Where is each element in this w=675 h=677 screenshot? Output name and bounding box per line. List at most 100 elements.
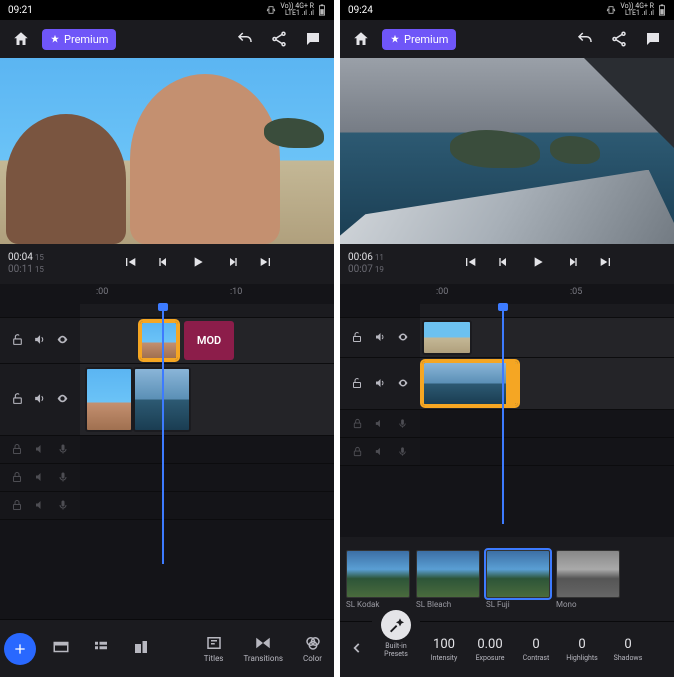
play-button[interactable] xyxy=(530,254,546,274)
highlights-slider[interactable]: 0 Highlights xyxy=(560,635,604,664)
play-button[interactable] xyxy=(190,254,206,274)
mute-toggle[interactable] xyxy=(34,440,46,459)
share-icon xyxy=(270,30,288,48)
layout-button[interactable] xyxy=(126,632,156,666)
video-clip[interactable] xyxy=(422,320,472,355)
timeline-ruler[interactable]: :00 :05 xyxy=(340,284,674,304)
add-media-button[interactable] xyxy=(4,633,36,665)
builtin-presets-button[interactable]: Built-in Presets xyxy=(372,608,420,677)
mute-toggle[interactable] xyxy=(374,374,386,393)
track-lane[interactable] xyxy=(420,438,674,465)
track-lane[interactable] xyxy=(420,358,674,409)
preset-item[interactable]: SL Kodak xyxy=(346,550,410,609)
visibility-toggle[interactable] xyxy=(56,390,69,409)
premium-badge[interactable]: Premium xyxy=(42,29,116,50)
volume-icon xyxy=(33,333,46,346)
tab-color[interactable]: Color xyxy=(295,630,330,667)
track-lane[interactable] xyxy=(80,492,334,519)
preset-item[interactable]: SL Fuji xyxy=(486,550,550,609)
ruler-tick: :10 xyxy=(230,287,242,297)
video-preview[interactable] xyxy=(0,58,334,244)
mute-toggle[interactable] xyxy=(374,328,386,347)
premium-badge[interactable]: Premium xyxy=(382,29,456,50)
step-back-button[interactable] xyxy=(496,254,512,274)
shadows-slider[interactable]: 0 Shadows xyxy=(606,635,650,664)
track-controls xyxy=(0,364,80,435)
unlock-icon xyxy=(351,331,363,343)
lock-toggle[interactable] xyxy=(352,414,363,433)
contrast-slider[interactable]: 0 Contrast xyxy=(514,635,558,664)
mic-toggle[interactable] xyxy=(397,414,408,433)
visibility-toggle[interactable] xyxy=(397,374,409,393)
tab-transitions[interactable]: Transitions xyxy=(235,630,291,667)
track-lane[interactable] xyxy=(80,436,334,463)
goto-end-button[interactable] xyxy=(258,254,274,274)
lock-toggle[interactable] xyxy=(11,440,23,459)
timeline-button[interactable] xyxy=(86,632,116,666)
mic-toggle[interactable] xyxy=(397,442,408,461)
mic-toggle[interactable] xyxy=(57,440,69,459)
volume-icon xyxy=(374,377,386,389)
video-clip[interactable] xyxy=(140,321,178,360)
preset-item[interactable]: SL Bleach xyxy=(416,550,480,609)
volume-icon xyxy=(34,499,46,511)
lock-toggle[interactable] xyxy=(352,442,363,461)
mute-toggle[interactable] xyxy=(34,496,46,515)
goto-start-button[interactable] xyxy=(462,254,478,274)
video-preview[interactable] xyxy=(340,58,674,244)
lock-toggle[interactable] xyxy=(11,331,24,350)
project-button[interactable] xyxy=(46,632,76,666)
exposure-slider[interactable]: 0.00 Exposure xyxy=(468,635,512,664)
visibility-toggle[interactable] xyxy=(56,331,69,350)
lock-toggle[interactable] xyxy=(11,496,23,515)
track-lane[interactable] xyxy=(80,464,334,491)
mute-toggle[interactable] xyxy=(33,331,46,350)
home-button[interactable] xyxy=(348,26,374,52)
preset-thumb xyxy=(486,550,550,598)
visibility-toggle[interactable] xyxy=(397,328,409,347)
track-lane[interactable] xyxy=(420,318,674,357)
preset-item[interactable]: Mono xyxy=(556,550,620,609)
share-icon xyxy=(610,30,628,48)
lock-toggle[interactable] xyxy=(11,390,24,409)
video-clip[interactable] xyxy=(85,367,133,432)
list-icon xyxy=(92,638,110,656)
playhead[interactable] xyxy=(162,304,164,564)
goto-start-button[interactable] xyxy=(122,254,138,274)
step-forward-button[interactable] xyxy=(564,254,580,274)
mute-toggle[interactable] xyxy=(374,414,385,433)
audio-track-2 xyxy=(340,438,674,466)
title-clip[interactable]: MOD xyxy=(184,321,234,360)
share-button[interactable] xyxy=(266,26,292,52)
intensity-slider[interactable]: 100 Intensity xyxy=(422,635,466,664)
undo-button[interactable] xyxy=(232,26,258,52)
track-lane[interactable] xyxy=(420,410,674,437)
lock-toggle[interactable] xyxy=(351,374,363,393)
transport-bar: 00:0611 00:0719 xyxy=(340,244,674,284)
feedback-button[interactable] xyxy=(300,26,326,52)
playhead[interactable] xyxy=(502,304,504,524)
ruler-tick: :05 xyxy=(570,287,582,297)
timeline-ruler[interactable]: :00 :10 xyxy=(0,284,334,304)
mic-toggle[interactable] xyxy=(57,496,69,515)
step-forward-button[interactable] xyxy=(224,254,240,274)
tab-titles[interactable]: Titles xyxy=(196,630,232,667)
mic-toggle[interactable] xyxy=(57,468,69,487)
volume-icon xyxy=(33,392,46,405)
panel-icon xyxy=(52,638,70,656)
undo-button[interactable] xyxy=(572,26,598,52)
step-back-button[interactable] xyxy=(156,254,172,274)
back-button[interactable] xyxy=(344,634,370,665)
home-button[interactable] xyxy=(8,26,34,52)
share-button[interactable] xyxy=(606,26,632,52)
mute-toggle[interactable] xyxy=(374,442,385,461)
track-lane[interactable] xyxy=(80,364,334,435)
mute-toggle[interactable] xyxy=(34,468,46,487)
lock-toggle[interactable] xyxy=(11,468,23,487)
bottom-toolbar: Titles Transitions Color xyxy=(0,619,334,677)
mute-toggle[interactable] xyxy=(33,390,46,409)
feedback-button[interactable] xyxy=(640,26,666,52)
lock-toggle[interactable] xyxy=(351,328,363,347)
goto-end-button[interactable] xyxy=(598,254,614,274)
track-lane[interactable]: MOD xyxy=(80,318,334,363)
